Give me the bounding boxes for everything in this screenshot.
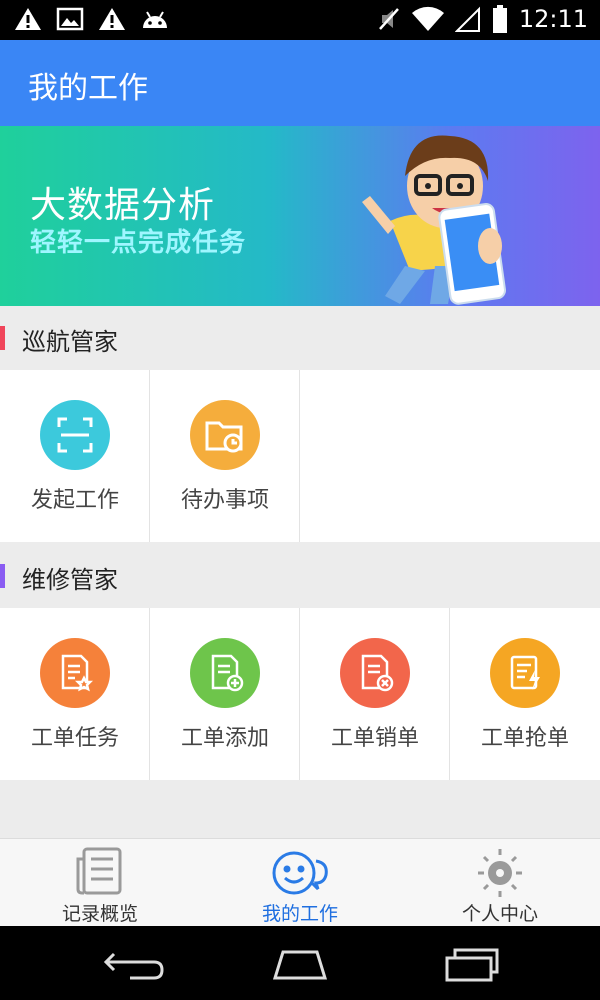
start-work-button[interactable]: 发起工作 — [0, 370, 150, 542]
app-bar: 我的工作 — [0, 40, 600, 126]
nav-item-my-work[interactable]: 我的工作 — [200, 839, 400, 927]
newspaper-icon — [76, 847, 122, 895]
document-star-icon — [40, 638, 110, 708]
patrol-grid: 发起工作 待办事项 — [0, 370, 600, 542]
warning-icon — [15, 8, 41, 30]
home-icon[interactable] — [265, 944, 335, 984]
work-order-add-button[interactable]: 工单添加 — [150, 608, 300, 780]
sun-icon — [478, 849, 522, 897]
nav-label: 记录概览 — [61, 903, 138, 925]
nav-item-personal-center[interactable]: 个人中心 — [400, 839, 600, 927]
cell-label: 工单任务 — [30, 726, 119, 751]
page-title: 我的工作 — [28, 71, 148, 106]
nav-item-overview[interactable]: 记录概览 — [0, 839, 200, 927]
section-header-patrol: 巡航管家 — [0, 306, 600, 370]
recent-apps-icon[interactable] — [435, 944, 505, 984]
nav-label: 个人中心 — [461, 903, 538, 925]
document-add-icon — [190, 638, 260, 708]
section-accent-bar — [0, 564, 5, 588]
work-order-task-button[interactable]: 工单任务 — [0, 608, 150, 780]
nav-label: 我的工作 — [261, 903, 338, 925]
repair-grid: 工单任务 工单添加 工单销单 工单抢单 — [0, 608, 600, 780]
warning-icon — [99, 8, 125, 30]
cell-label: 待办事项 — [180, 488, 269, 513]
battery-icon — [492, 5, 507, 33]
cell-label: 工单销单 — [330, 726, 419, 751]
section-header-repair: 维修管家 — [0, 544, 600, 608]
promo-banner[interactable]: 大数据分析 轻轻一点完成任务 — [0, 126, 600, 306]
cartoon-boy-illustration — [362, 135, 506, 305]
image-icon — [56, 7, 84, 31]
todo-items-button[interactable]: 待办事项 — [150, 370, 300, 542]
system-navigation-bar — [0, 926, 600, 1000]
back-icon[interactable] — [100, 944, 170, 984]
android-icon — [143, 11, 167, 28]
cell-label: 工单添加 — [180, 726, 269, 751]
signal-icon — [454, 6, 480, 32]
wifi-icon — [411, 6, 444, 31]
banner-subtitle: 轻轻一点完成任务 — [30, 228, 247, 258]
document-flash-icon — [490, 638, 560, 708]
empty-cell — [300, 370, 600, 542]
section-title: 维修管家 — [22, 566, 118, 594]
banner-title: 大数据分析 — [30, 185, 216, 226]
scan-icon — [40, 400, 110, 470]
section-accent-bar — [0, 326, 5, 350]
folder-clock-icon — [190, 400, 260, 470]
cell-label: 工单抢单 — [480, 726, 569, 751]
status-bar: 12:11 — [0, 0, 600, 40]
clock: 12:11 — [518, 5, 588, 33]
document-cancel-icon — [340, 638, 410, 708]
work-order-cancel-button[interactable]: 工单销单 — [300, 608, 450, 780]
work-order-grab-button[interactable]: 工单抢单 — [450, 608, 600, 780]
section-title: 巡航管家 — [22, 328, 118, 356]
bottom-navigation: 记录概览 我的工作 个人中心 — [0, 838, 600, 927]
system-status-icons: 12:11 — [377, 4, 588, 34]
cell-label: 发起工作 — [30, 488, 119, 513]
chat-smile-icon — [272, 851, 328, 895]
mute-icon — [378, 8, 399, 30]
notification-icons — [14, 6, 170, 32]
